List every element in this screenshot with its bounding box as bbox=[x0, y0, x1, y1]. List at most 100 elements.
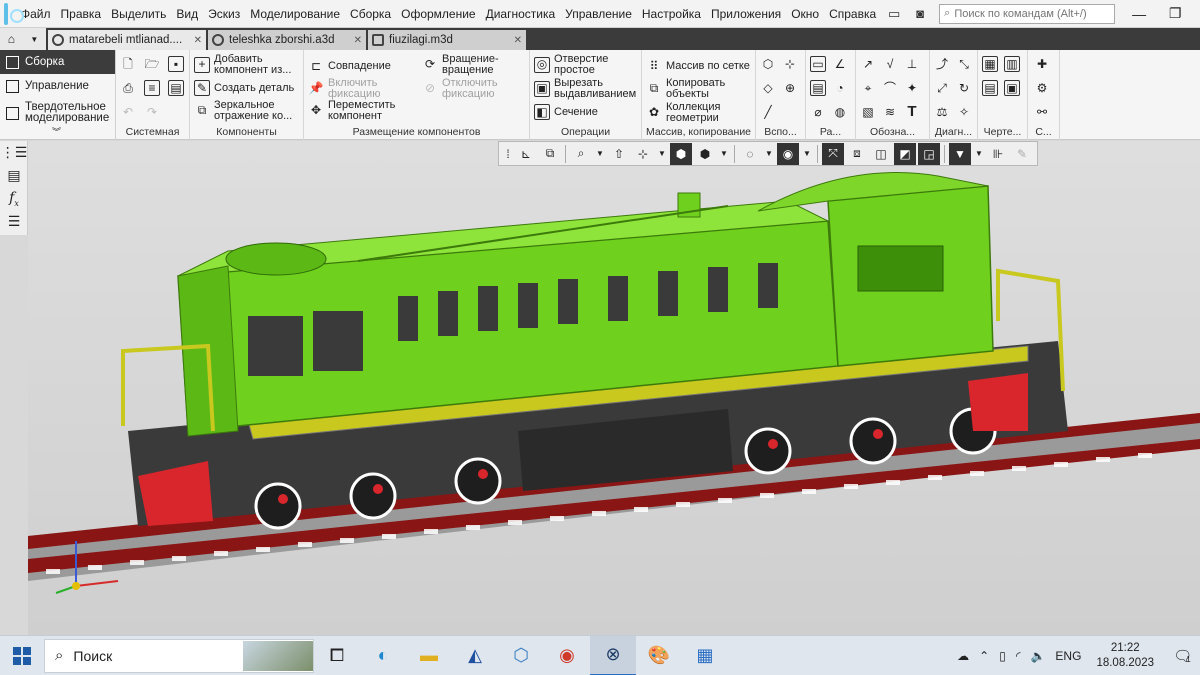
3d-viewport[interactable]: ⁞ ⊾ ⧉ ⌕ ▼ ⇧ ⊹ ▼ ⬢ ⬢ ▼ ◌ ▼ ◉ ▼ ⤧ ⧈ ◫ ◩ ◲ … bbox=[28, 141, 1200, 635]
mode-solid-modeling[interactable]: Твердотельное моделирование bbox=[0, 98, 115, 128]
doc-list-button[interactable]: ≡ bbox=[144, 80, 164, 96]
chrome-icon[interactable]: ◉ bbox=[544, 636, 590, 675]
screenshot-icon[interactable]: ◙ bbox=[907, 3, 933, 25]
menu-help[interactable]: Справка bbox=[824, 7, 881, 21]
menu-view[interactable]: Вид bbox=[171, 7, 203, 21]
coincidence-button[interactable]: ⊏ Совпадение bbox=[308, 58, 391, 74]
curvature-button[interactable]: ↻ bbox=[956, 80, 976, 96]
command-search[interactable]: ⌕ bbox=[939, 3, 1116, 24]
language-indicator[interactable]: ENG bbox=[1050, 649, 1086, 663]
line-button[interactable]: ╱ bbox=[760, 104, 780, 120]
file-explorer-icon[interactable]: ▬ bbox=[406, 636, 452, 675]
menu-diagnostics[interactable]: Диагностика bbox=[481, 7, 561, 21]
kompas-app-icon[interactable] bbox=[4, 2, 24, 25]
mass-button[interactable]: ◍ bbox=[832, 104, 852, 120]
dimension-button[interactable]: ▭ bbox=[810, 56, 830, 72]
grid-array-button[interactable]: ⠿ Массив по сетке bbox=[646, 58, 750, 74]
axis-button[interactable]: ⊹ bbox=[782, 56, 802, 72]
layers-icon[interactable]: ☰ bbox=[0, 210, 28, 233]
link-button[interactable]: ⚯ bbox=[1034, 104, 1054, 120]
weld-button[interactable]: ⌒ bbox=[882, 80, 902, 96]
measure-button[interactable]: ▤ bbox=[810, 80, 830, 96]
menu-modeling[interactable]: Моделирование bbox=[245, 7, 345, 21]
properties-button[interactable]: ▤ bbox=[168, 80, 188, 96]
diameter-button[interactable]: ⌀ bbox=[810, 104, 830, 120]
mass-center-button[interactable]: ⚖ bbox=[934, 104, 954, 120]
close-icon[interactable]: ✕ bbox=[354, 35, 362, 46]
check-button[interactable]: ⤴ bbox=[934, 56, 954, 72]
device-icon[interactable]: ▯ bbox=[994, 649, 1011, 663]
wifi-icon[interactable]: ◜ bbox=[1011, 649, 1026, 663]
close-icon[interactable]: ✕ bbox=[194, 35, 202, 46]
drawing-view-button[interactable]: ▥ bbox=[1004, 56, 1024, 72]
kompas-taskbar-icon[interactable]: ⊗ bbox=[590, 635, 636, 675]
copy-objects-button[interactable]: ⧉ Копировать объекты bbox=[646, 78, 736, 100]
volume-icon[interactable]: 🔈 bbox=[1025, 649, 1050, 663]
menu-select[interactable]: Выделить bbox=[106, 7, 171, 21]
deviation-button[interactable]: ⤡ bbox=[956, 56, 976, 72]
base-button[interactable]: ⊥ bbox=[904, 56, 924, 72]
expand-chevron-icon[interactable]: ︾ bbox=[52, 125, 61, 138]
task-view-icon[interactable]: ⧠ bbox=[314, 636, 360, 675]
paint-icon[interactable]: 🎨 bbox=[636, 636, 682, 675]
tab-matarebeli[interactable]: matarebeli mtlianad.... ✕ bbox=[48, 30, 206, 50]
csys-button[interactable]: ⊕ bbox=[782, 80, 802, 96]
restore-button[interactable]: ❐ bbox=[1157, 0, 1193, 28]
extrude-cut-button[interactable]: ▣ Вырезать выдавливанием bbox=[534, 78, 640, 99]
redo-button[interactable]: ↷ bbox=[144, 104, 164, 120]
open-file-button[interactable]: 🗁 bbox=[144, 56, 164, 72]
menu-window[interactable]: Окно bbox=[786, 7, 824, 21]
close-button[interactable]: ✕ bbox=[1193, 0, 1200, 28]
enable-fix-button[interactable]: 📌 Включить фиксацию bbox=[308, 78, 398, 100]
roughness-button[interactable]: √ bbox=[882, 56, 902, 72]
hatch-button[interactable]: ▧ bbox=[860, 104, 880, 120]
properties-panel-icon[interactable]: ▤ bbox=[0, 164, 28, 187]
app-blue-icon[interactable]: ◭ bbox=[452, 636, 498, 675]
disable-fix-button[interactable]: ⊘ Отключить фиксацию bbox=[422, 78, 512, 100]
text-button[interactable]: T bbox=[904, 104, 924, 120]
menu-settings[interactable]: Настройка bbox=[637, 7, 706, 21]
notifications-button[interactable]: 🗨 1 bbox=[1164, 636, 1200, 675]
tab-teleshka[interactable]: teleshka zborshi.a3d ✕ bbox=[208, 30, 366, 50]
leader-button[interactable]: ↗ bbox=[860, 56, 880, 72]
edge-icon[interactable]: ◐ bbox=[360, 636, 406, 675]
tree-icon[interactable]: ⋮☰ bbox=[0, 141, 28, 164]
geometry-collection-button[interactable]: ✿ Коллекция геометрии bbox=[646, 102, 736, 124]
start-button[interactable] bbox=[0, 636, 44, 675]
chevron-up-icon[interactable]: ⌃ bbox=[974, 649, 994, 663]
section-button[interactable]: ◧ Сечение bbox=[534, 104, 598, 120]
mark-button[interactable]: ✦ bbox=[904, 80, 924, 96]
tolerance-button[interactable]: ⌖ bbox=[860, 80, 880, 96]
menu-apps[interactable]: Приложения bbox=[706, 7, 786, 21]
thread-button[interactable]: ≋ bbox=[882, 104, 902, 120]
menu-edit[interactable]: Правка bbox=[56, 7, 107, 21]
menu-assembly[interactable]: Сборка bbox=[345, 7, 396, 21]
spec-button[interactable]: ▤ bbox=[982, 80, 1002, 96]
diagnose-button[interactable]: ✧ bbox=[956, 104, 976, 120]
command-search-input[interactable] bbox=[954, 7, 1105, 20]
menu-sketch[interactable]: Эскиз bbox=[203, 7, 245, 21]
mode-manage[interactable]: Управление bbox=[0, 74, 115, 98]
chevron-down-icon[interactable]: ▼ bbox=[30, 35, 38, 44]
new-file-button[interactable]: 🗋 bbox=[120, 56, 140, 72]
app-cube-icon[interactable]: ⬡ bbox=[498, 636, 544, 675]
minimize-button[interactable]: — bbox=[1121, 0, 1157, 28]
weather-icon[interactable]: ☁ bbox=[952, 649, 974, 663]
menu-design[interactable]: Оформление bbox=[396, 7, 480, 21]
angle-dim-button[interactable]: ∠ bbox=[832, 56, 852, 72]
print-button[interactable]: ⎙ bbox=[120, 80, 140, 96]
insert-button[interactable]: ✚ bbox=[1034, 56, 1054, 72]
mode-assembly[interactable]: Сборка bbox=[0, 50, 115, 74]
mirror-component-button[interactable]: ⧉ Зеркальное отражение ко... bbox=[194, 100, 302, 122]
move-component-button[interactable]: ✥ Переместить компонент bbox=[308, 100, 398, 122]
rotate-button[interactable]: ⟳ Вращение-вращение bbox=[422, 54, 512, 76]
create-part-button[interactable]: ✎ Создать деталь bbox=[194, 80, 294, 96]
store-icon[interactable]: ▦ bbox=[682, 636, 728, 675]
parameters-button[interactable]: ⚙ bbox=[1034, 80, 1054, 96]
clock[interactable]: 21:22 18.08.2023 bbox=[1086, 641, 1164, 671]
variables-icon[interactable]: fx bbox=[0, 187, 28, 210]
save-button[interactable]: ▪ bbox=[168, 56, 188, 72]
tab-fiuzilagi[interactable]: fiuzilagi.m3d ✕ bbox=[368, 30, 526, 50]
plane-button[interactable]: ⬡ bbox=[760, 56, 780, 72]
simple-hole-button[interactable]: ◎ Отверстие простое bbox=[534, 54, 624, 75]
